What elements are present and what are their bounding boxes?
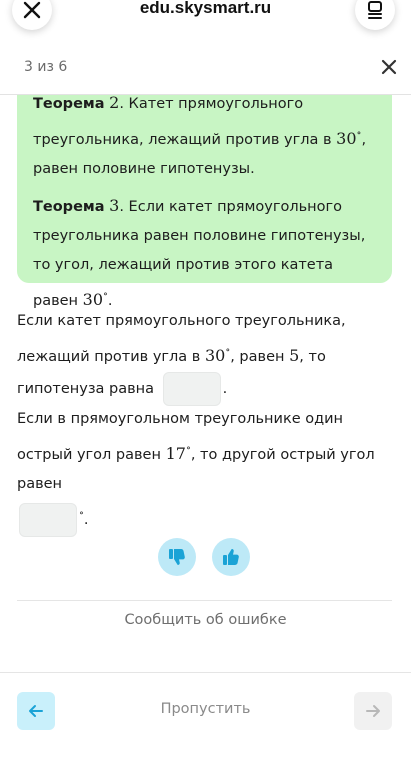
theorem-3-label: Теорема xyxy=(33,199,105,215)
task-1-value: 5 xyxy=(289,346,300,365)
task-2-answer-input[interactable] xyxy=(19,503,77,537)
task-1: Если катет прямоугольного треугольника, … xyxy=(17,307,397,406)
report-error-link[interactable]: Сообщить об ошибке xyxy=(0,612,411,628)
theorem-2-label: Теорема xyxy=(33,96,105,112)
task-1-text2: , равен xyxy=(230,349,290,365)
theorem-2-angle: 30 xyxy=(336,129,357,148)
close-exercise-icon[interactable] xyxy=(380,58,398,76)
feedback-divider xyxy=(17,600,392,601)
browser-bar: edu.skysmart.ru xyxy=(0,0,411,40)
thumbs-down-icon xyxy=(169,549,185,565)
task-1-angle: 30 xyxy=(204,346,226,365)
arrow-right-icon xyxy=(366,705,380,717)
theorem-3: Теорема 3. Если катет прямоугольного тре… xyxy=(33,191,376,316)
theorem-2: Теорема 2. Катет прямоугольного треуголь… xyxy=(33,88,376,184)
dislike-button[interactable] xyxy=(158,538,196,576)
footer-divider xyxy=(0,672,411,673)
like-button[interactable] xyxy=(212,538,250,576)
skip-button[interactable]: Пропустить xyxy=(0,701,411,717)
task-1-end: . xyxy=(222,381,228,397)
task-2: Если в прямоугольном треугольнике один о… xyxy=(17,405,397,537)
tabs-icon xyxy=(368,1,382,19)
task-2-end: . xyxy=(83,512,89,528)
progress-counter: 3 из 6 xyxy=(24,59,68,75)
theorem-3-number: 3 xyxy=(109,196,120,215)
browser-menu-button[interactable] xyxy=(355,0,395,30)
theory-card: Теорема 2. Катет прямоугольного треуголь… xyxy=(17,93,392,309)
task-1-answer-input[interactable] xyxy=(162,372,221,406)
browser-url: edu.skysmart.ru xyxy=(139,0,272,17)
theorem-2-number: 2 xyxy=(109,93,120,112)
next-button[interactable] xyxy=(354,692,392,730)
task-2-angle: 17 xyxy=(165,444,186,463)
thumbs-up-icon xyxy=(223,549,239,565)
